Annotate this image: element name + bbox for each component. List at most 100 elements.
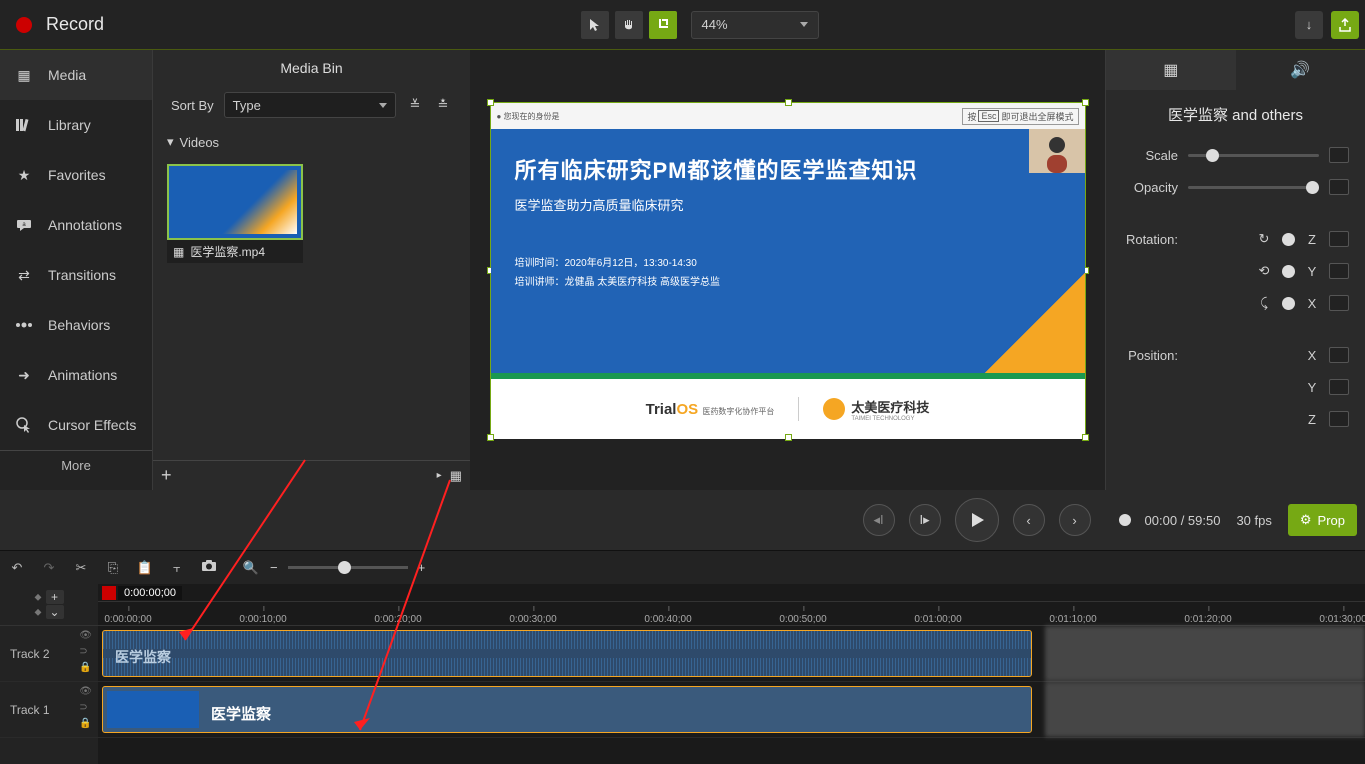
prev-clip-button[interactable]: ‹ — [1013, 504, 1045, 536]
videos-section-toggle[interactable]: ▾Videos — [153, 124, 470, 160]
canvas-clip[interactable]: ● 您现在的身份是 按Esc即可退出全屏模式 所有临床研究PM都该懂的医学监查知… — [490, 102, 1086, 438]
playhead-scrubber-knob[interactable] — [1119, 514, 1131, 526]
magnet-icon[interactable]: ⊃ — [79, 646, 92, 657]
search-icon[interactable]: 🔍 — [242, 560, 260, 576]
rotation-z-input[interactable] — [1329, 231, 1349, 247]
zoom-in-icon[interactable]: + — [418, 560, 426, 575]
copy-icon[interactable]: ⎘ — [104, 560, 122, 576]
fps-display: 30 fps — [1236, 513, 1271, 528]
hand-tool-icon[interactable] — [615, 11, 643, 39]
marker-icon[interactable]: ⬥ — [35, 592, 42, 603]
speaker-icon: 🔊 — [1290, 60, 1310, 80]
timeline-ruler[interactable]: 0:00:00;000:00:10;000:00:20;000:00:30;00… — [98, 602, 1365, 626]
rotate-x-icon[interactable]: ⤹ — [1256, 295, 1272, 311]
webcam-overlay — [1029, 129, 1085, 173]
sort-dropdown[interactable]: Type — [224, 92, 396, 118]
position-x-input[interactable] — [1329, 347, 1349, 363]
rotate-y-icon[interactable]: ⟲ — [1256, 263, 1272, 279]
position-y-input[interactable] — [1329, 379, 1349, 395]
zoom-value: 44% — [702, 17, 728, 32]
slide-info-2: 培训讲师：龙健晶 太美医疗科技 高级医学总监 — [515, 273, 1061, 292]
view-toggle-icon[interactable]: ▸ — [437, 470, 442, 481]
video-clip-track1[interactable]: 医学监察 — [102, 686, 1032, 733]
rotation-x-knob[interactable] — [1282, 297, 1295, 310]
play-button[interactable] — [955, 498, 999, 542]
zoom-out-icon[interactable]: − — [270, 560, 278, 575]
track-header-1[interactable]: Track 1 👁⊃🔒 — [0, 682, 98, 738]
scale-input[interactable] — [1329, 147, 1349, 163]
lock-icon[interactable]: 🔒 — [79, 718, 92, 729]
collapse-track-button[interactable]: ⌄ — [46, 605, 64, 619]
visual-properties-tab[interactable]: ▦ — [1106, 50, 1236, 90]
sidebar-item-cursor-effects[interactable]: Cursor Effects — [0, 400, 152, 450]
sidebar-item-behaviors[interactable]: Behaviors — [0, 300, 152, 350]
ruler-tick: 0:00:30;00 — [509, 614, 556, 625]
properties-button[interactable]: ⚙Prop — [1288, 504, 1357, 536]
sidebar-label: Annotations — [48, 217, 122, 233]
undo-icon[interactable]: ↶ — [8, 560, 26, 576]
rotate-z-icon[interactable]: ↻ — [1256, 231, 1272, 247]
playhead-marker[interactable] — [102, 586, 116, 600]
media-clip-thumb[interactable]: ▦医学监察.mp4 — [167, 164, 303, 263]
sort-label: Sort By — [171, 98, 214, 113]
timeline-zoom-slider[interactable] — [288, 566, 408, 569]
opacity-input[interactable] — [1329, 179, 1349, 195]
audio-clip-track2[interactable]: 医学监察 — [102, 630, 1032, 677]
eye-icon[interactable]: 👁 — [79, 686, 92, 697]
detach-button-icon[interactable]: ↓ — [1295, 11, 1323, 39]
cut-icon[interactable]: ✂ — [72, 560, 90, 576]
clip-name: 医学监察.mp4 — [190, 243, 265, 260]
redo-icon[interactable]: ↷ — [40, 560, 58, 576]
prev-frame-button[interactable]: ◂I — [863, 504, 895, 536]
zoom-select[interactable]: 44% — [691, 11, 819, 39]
marker-icon[interactable]: ⬥ — [35, 607, 42, 618]
scale-slider[interactable] — [1188, 154, 1319, 157]
magnet-icon[interactable]: ⊃ — [79, 702, 92, 713]
axis-x: X — [1305, 348, 1319, 363]
rotation-x-input[interactable] — [1329, 295, 1349, 311]
sidebar-label: Library — [48, 117, 91, 133]
axis-z: Z — [1305, 232, 1319, 247]
ruler-tick: 0:01:00;00 — [914, 614, 961, 625]
sidebar-item-media[interactable]: ▦Media — [0, 50, 152, 100]
rotation-y-input[interactable] — [1329, 263, 1349, 279]
media-icon: ▦ — [14, 67, 34, 84]
canvas-area[interactable]: ● 您现在的身份是 按Esc即可退出全屏模式 所有临床研究PM都该懂的医学监查知… — [470, 50, 1105, 490]
add-track-button[interactable]: + — [46, 590, 64, 604]
sidebar-item-transitions[interactable]: ⇄Transitions — [0, 250, 152, 300]
sidebar-label: Favorites — [48, 167, 106, 183]
record-button-dot[interactable] — [16, 17, 32, 33]
track-header-2[interactable]: Track 2 👁⊃🔒 — [0, 626, 98, 682]
sidebar-item-library[interactable]: Library — [0, 100, 152, 150]
sidebar-more[interactable]: More — [0, 450, 152, 480]
opacity-slider[interactable] — [1188, 186, 1319, 189]
clip-label: 医学监察 — [211, 703, 271, 724]
playhead-time: 0:00:00;00 — [118, 586, 182, 600]
sort-asc-icon[interactable]: ≚ — [406, 96, 424, 114]
lock-icon[interactable]: 🔒 — [79, 662, 92, 673]
rotation-z-knob[interactable] — [1282, 233, 1295, 246]
next-frame-button[interactable]: I▸ — [909, 504, 941, 536]
next-clip-button[interactable]: › — [1059, 504, 1091, 536]
audio-properties-tab[interactable]: 🔊 — [1236, 50, 1365, 90]
crop-tool-icon[interactable] — [649, 11, 677, 39]
position-z-input[interactable] — [1329, 411, 1349, 427]
cursor-tool-icon[interactable] — [581, 11, 609, 39]
sidebar-item-annotations[interactable]: aAnnotations — [0, 200, 152, 250]
grid-view-icon[interactable]: ▦ — [450, 468, 462, 484]
share-button-icon[interactable] — [1331, 11, 1359, 39]
eye-icon[interactable]: 👁 — [79, 630, 92, 641]
rotation-y-knob[interactable] — [1282, 265, 1295, 278]
paste-icon[interactable]: 📋 — [136, 560, 154, 576]
ruler-tick: 0:00:00;00 — [104, 614, 151, 625]
record-label[interactable]: Record — [46, 14, 104, 35]
sort-desc-icon[interactable]: ≛ — [434, 96, 452, 114]
sidebar-item-favorites[interactable]: ★Favorites — [0, 150, 152, 200]
split-icon[interactable]: ⫟ — [168, 560, 186, 576]
sidebar-item-animations[interactable]: ➜Animations — [0, 350, 152, 400]
add-media-icon[interactable]: + — [161, 465, 172, 486]
axis-y: Y — [1305, 380, 1319, 395]
camera-icon[interactable] — [200, 560, 218, 575]
slide-footer: TrialOS 医药数字化协作平台 太美医疗科技TAIMEI TECHNOLOG… — [491, 379, 1085, 439]
sidebar-label: Animations — [48, 367, 117, 383]
